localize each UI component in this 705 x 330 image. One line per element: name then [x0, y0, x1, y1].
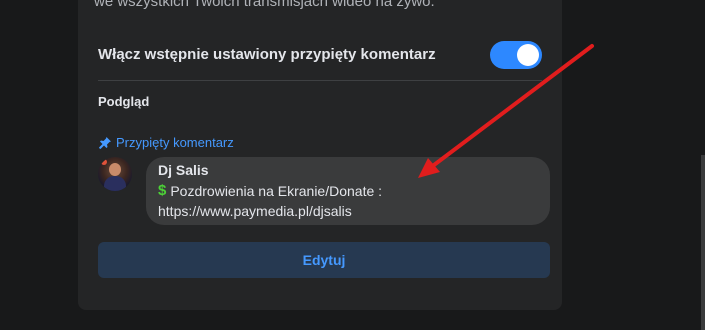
comment-text-line1: $ Pozdrowienia na Ekranie/Donate :	[158, 182, 382, 199]
avatar-face	[109, 163, 121, 176]
pinned-comment-header-label: Przypięty komentarz	[116, 135, 234, 150]
divider	[98, 80, 542, 81]
right-panel-edge	[701, 155, 705, 330]
comment-author[interactable]: Dj Salis	[158, 162, 209, 178]
toggle-knob	[517, 44, 539, 66]
avatar-accent	[101, 159, 107, 165]
edit-button[interactable]: Edytuj	[98, 242, 550, 278]
comment-text-line1-content: Pozdrowienia na Ekranie/Donate :	[170, 182, 383, 199]
pin-icon	[98, 136, 112, 150]
preview-heading: Podgląd	[98, 94, 150, 109]
avatar-body	[104, 176, 126, 191]
page: we wszystkich Twoich transmisjach wideo …	[0, 0, 705, 330]
pinned-comment-header: Przypięty komentarz	[98, 135, 234, 150]
avatar[interactable]	[98, 157, 132, 191]
settings-description: we wszystkich Twoich transmisjach wideo …	[94, 0, 435, 10]
comment-link[interactable]: https://www.paymedia.pl/djsalis	[158, 203, 352, 219]
pinned-comment-toggle[interactable]	[490, 41, 542, 69]
dollar-icon: $	[158, 182, 167, 199]
pinned-comment-toggle-label: Włącz wstępnie ustawiony przypięty komen…	[98, 46, 436, 63]
